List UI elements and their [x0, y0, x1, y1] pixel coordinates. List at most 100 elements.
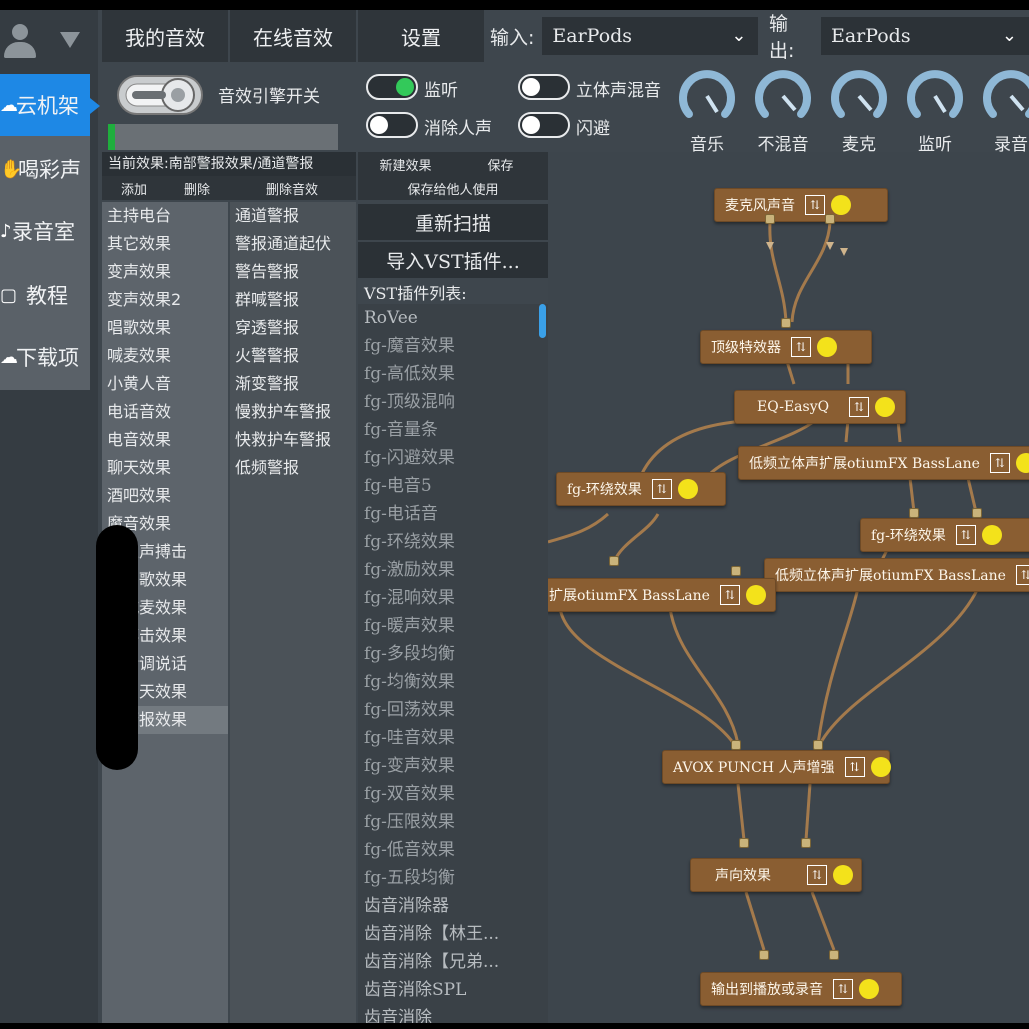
delete-effect-button[interactable]: 删除音效 [228, 176, 356, 200]
list-item[interactable]: 齿音消除器 [358, 892, 548, 920]
input-port[interactable] [829, 950, 839, 960]
list-item[interactable]: 警报通道起伏 [230, 230, 356, 258]
status-led-icon[interactable] [745, 585, 766, 605]
engine-power-switch[interactable] [112, 68, 208, 122]
user-menu-caret-icon[interactable] [60, 32, 80, 48]
mixer-icon[interactable]: ⇅ [791, 337, 811, 357]
node-mic-input[interactable]: 麦克风声音 ⇅ [714, 188, 888, 222]
list-item[interactable]: fg-五段均衡 [358, 864, 548, 892]
list-item[interactable]: fg-多段均衡 [358, 640, 548, 668]
input-port[interactable] [759, 950, 769, 960]
input-port[interactable] [781, 318, 791, 328]
mixer-icon[interactable]: ⇅ [1015, 565, 1029, 585]
vst-list-scrollbar[interactable] [539, 304, 546, 338]
input-port[interactable] [731, 740, 741, 750]
node-basslane-1[interactable]: 低频立体声扩展otiumFX BassLane ⇅ [738, 446, 1029, 480]
list-item[interactable]: 小黄人音 [102, 370, 228, 398]
status-led-icon[interactable] [833, 865, 853, 885]
input-port[interactable] [972, 508, 982, 518]
list-item[interactable]: fg-回荡效果 [358, 696, 548, 724]
add-button[interactable]: 添加 [102, 176, 166, 200]
tab-settings[interactable]: 设置 [358, 10, 484, 62]
mixer-icon[interactable]: ⇅ [805, 195, 825, 215]
status-led-icon[interactable] [859, 979, 879, 999]
monitor-volume-knob[interactable]: 监听 [904, 66, 966, 156]
nav-item-tutorial[interactable]: ▢ 教程 [0, 264, 90, 326]
rescan-button[interactable]: 重新扫描 [358, 204, 548, 240]
list-item[interactable]: 快救护车警报 [230, 426, 356, 454]
mixer-icon[interactable]: ⇅ [844, 757, 865, 777]
monitor-toggle[interactable] [366, 74, 418, 100]
mixer-icon[interactable]: ⇅ [955, 525, 976, 545]
tab-my-effects[interactable]: 我的音效 [102, 10, 228, 62]
list-item[interactable]: 聊天效果 [102, 454, 228, 482]
list-item[interactable]: 慢救护车警报 [230, 398, 356, 426]
list-item[interactable]: fg-音量条 [358, 416, 548, 444]
list-item[interactable]: 低频警报 [230, 454, 356, 482]
input-port[interactable] [731, 566, 741, 576]
list-item[interactable]: RoVee [358, 304, 548, 332]
list-item[interactable]: fg-混响效果 [358, 584, 548, 612]
list-item[interactable]: 主持电台 [102, 202, 228, 230]
status-led-icon[interactable] [981, 525, 1002, 545]
status-led-icon[interactable] [817, 337, 837, 357]
mixer-icon[interactable]: ⇅ [807, 865, 827, 885]
node-output[interactable]: 输出到播放或录音 ⇅ [700, 972, 902, 1006]
list-item[interactable]: 变声效果2 [102, 286, 228, 314]
node-surround-2[interactable]: fg-环绕效果 ⇅ [860, 518, 1029, 552]
input-port[interactable] [739, 838, 749, 848]
list-item[interactable]: fg-低音效果 [358, 836, 548, 864]
ducking-toggle[interactable] [518, 112, 570, 138]
status-led-icon[interactable] [1015, 453, 1029, 473]
list-item[interactable]: fg-高低效果 [358, 360, 548, 388]
list-item[interactable]: 电音效果 [102, 426, 228, 454]
list-item[interactable]: 渐变警报 [230, 370, 356, 398]
record-volume-knob[interactable]: 录音 [980, 66, 1029, 156]
music-volume-knob[interactable]: 音乐 [676, 66, 738, 156]
list-item[interactable]: 其它效果 [102, 230, 228, 258]
list-item[interactable]: 齿音消除 [358, 1004, 548, 1023]
list-item[interactable]: 齿音消除【林王... [358, 920, 548, 948]
nav-item-downloads[interactable]: ☁ 下载项 [0, 326, 90, 388]
vocal-removal-toggle[interactable] [366, 112, 418, 138]
status-led-icon[interactable] [831, 195, 851, 215]
output-port[interactable] [825, 214, 835, 224]
list-item[interactable]: fg-变声效果 [358, 752, 548, 780]
input-port[interactable] [801, 838, 811, 848]
input-device-select[interactable]: EarPods ⌄ [542, 17, 759, 55]
new-effect-button[interactable]: 新建效果 [358, 152, 453, 176]
list-item[interactable]: fg-激励效果 [358, 556, 548, 584]
list-item[interactable]: 变声效果 [102, 258, 228, 286]
mixer-icon[interactable]: ⇅ [833, 979, 853, 999]
list-item[interactable]: 穿透警报 [230, 314, 356, 342]
save-share-button[interactable]: 保存给他人使用 [358, 176, 548, 200]
node-top-effects[interactable]: 顶级特效器 ⇅ [700, 330, 872, 364]
no-mix-knob[interactable]: 不混音 [752, 66, 814, 156]
mixer-icon[interactable]: ⇅ [719, 585, 740, 605]
delete-button[interactable]: 删除 [166, 176, 228, 200]
node-panning[interactable]: 声向效果 ⇅ [690, 858, 862, 892]
list-item[interactable]: fg-顶级混响 [358, 388, 548, 416]
list-item[interactable]: fg-闪避效果 [358, 444, 548, 472]
status-led-icon[interactable] [677, 479, 698, 499]
avatar-icon[interactable] [2, 24, 36, 60]
list-item[interactable]: fg-均衡效果 [358, 668, 548, 696]
mixer-icon[interactable]: ⇅ [651, 479, 672, 499]
output-port[interactable] [765, 214, 775, 224]
save-button[interactable]: 保存 [453, 152, 548, 176]
list-item[interactable]: fg-双音效果 [358, 780, 548, 808]
list-item[interactable]: 火警警报 [230, 342, 356, 370]
node-basslane-2[interactable]: 低频立体声扩展otiumFX BassLane ⇅ [764, 558, 1029, 592]
list-item[interactable]: 唱歌效果 [102, 314, 228, 342]
list-item[interactable]: fg-魔音效果 [358, 332, 548, 360]
node-eq-easyq[interactable]: EQ-EasyQ ⇅ [734, 390, 906, 424]
stereo-mix-toggle[interactable] [518, 74, 570, 100]
input-port[interactable] [813, 740, 823, 750]
nav-item-cloud-rack[interactable]: ☁ 云机架 [0, 74, 100, 136]
input-port[interactable] [609, 556, 619, 566]
nav-item-studio[interactable]: ♪ 录音室 [0, 200, 90, 262]
input-port[interactable] [909, 508, 919, 518]
mixer-icon[interactable]: ⇅ [849, 397, 870, 417]
node-surround-1[interactable]: fg-环绕效果 ⇅ [556, 472, 726, 506]
status-led-icon[interactable] [870, 757, 891, 777]
